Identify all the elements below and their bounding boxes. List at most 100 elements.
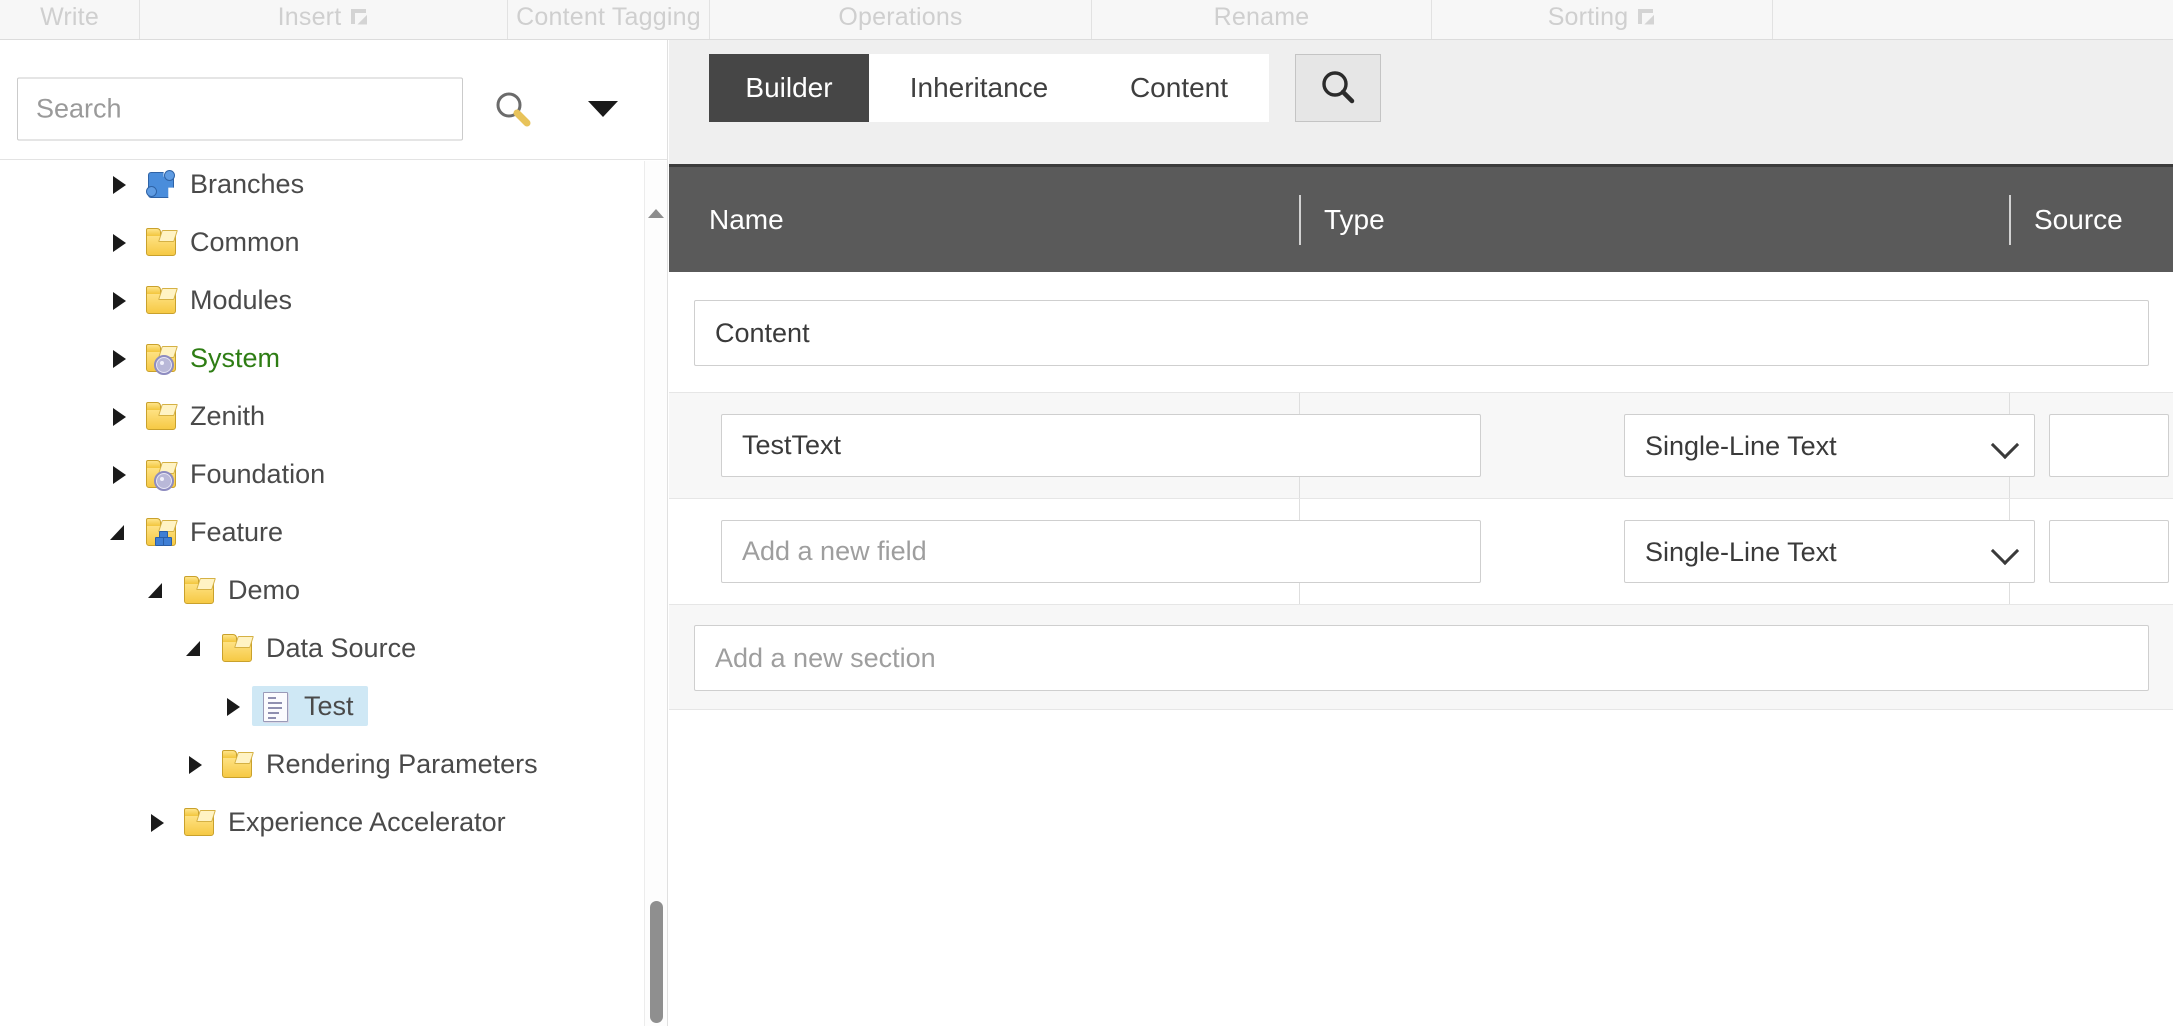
add-new-field-input[interactable]: [721, 520, 1481, 583]
ribbon-group-content-tagging[interactable]: Content Tagging: [508, 0, 710, 39]
ribbon-group-sorting[interactable]: Sorting: [1432, 0, 1773, 39]
tree-expand-toggle-icon[interactable]: [182, 751, 208, 777]
tree-expand-toggle-icon[interactable]: [220, 693, 246, 719]
search-input[interactable]: [17, 77, 463, 141]
tree-item-demo[interactable]: Demo: [0, 561, 630, 619]
tab-builder[interactable]: Builder: [709, 54, 869, 122]
tree-item-zenith[interactable]: Zenith: [0, 387, 630, 445]
ribbon-group-operations[interactable]: Operations: [710, 0, 1092, 39]
folder-gear-icon: [144, 458, 178, 491]
dialog-launcher-icon[interactable]: [1638, 8, 1656, 27]
column-divider: [1299, 195, 1301, 245]
tree-item-content[interactable]: Feature: [138, 512, 297, 552]
search-icon: [1322, 71, 1355, 104]
folder-icon: [182, 574, 216, 606]
tree-item-foundation[interactable]: Foundation: [0, 445, 630, 503]
folder-icon: [144, 226, 178, 258]
tree-item-label: Data Source: [266, 632, 417, 663]
tree-item-label: Demo: [228, 574, 301, 605]
tree-item-content[interactable]: Demo: [176, 570, 314, 610]
tree-item-branches[interactable]: Branches: [0, 161, 630, 213]
field-source-input[interactable]: [2049, 414, 2169, 477]
tree-item-content[interactable]: Foundation: [138, 454, 339, 494]
tree-scrollbar[interactable]: [644, 161, 667, 1026]
tree-expand-toggle-icon[interactable]: [106, 403, 132, 429]
tree-item-label: Experience Accelerator: [228, 806, 506, 837]
add-section-row: [669, 605, 2173, 710]
folder-icon: [220, 632, 254, 664]
tree-item-modules[interactable]: Modules: [0, 271, 630, 329]
tree-item-rendering-parameters[interactable]: Rendering Parameters: [0, 735, 630, 793]
folder-icon: [182, 806, 216, 838]
scroll-up-arrow-icon[interactable]: [648, 209, 664, 218]
tree-item-content[interactable]: Zenith: [138, 396, 279, 436]
tree-expand-toggle-icon[interactable]: [144, 809, 170, 835]
dialog-launcher-icon[interactable]: [351, 8, 369, 27]
ribbon-group-label: Insert: [277, 3, 342, 31]
tree-expand-toggle-icon[interactable]: [106, 345, 132, 371]
tab-label: Content: [1129, 72, 1229, 103]
tree-expand-toggle-icon[interactable]: [106, 229, 132, 255]
builder-search-button[interactable]: [1295, 54, 1381, 122]
tree-collapse-toggle-icon[interactable]: [144, 577, 170, 603]
tree-item-content[interactable]: Common: [138, 222, 314, 262]
folder-icon: [220, 748, 254, 780]
scrollbar-thumb[interactable]: [650, 901, 663, 1023]
tab-inheritance[interactable]: Inheritance: [869, 54, 1089, 122]
ribbon-group-label: Operations: [838, 3, 963, 31]
tree-item-common[interactable]: Common: [0, 213, 630, 271]
field-type-select[interactable]: Single-Line TextMulti-Line TextRich Text…: [1624, 414, 2035, 477]
field-row: Single-Line TextMulti-Line TextRich Text…: [669, 393, 2173, 499]
tree-item-content[interactable]: System: [138, 338, 294, 378]
chevron-down-icon[interactable]: [588, 101, 618, 117]
tree-item-content[interactable]: Modules: [138, 280, 306, 320]
tree-item-label: Feature: [190, 516, 284, 547]
tree-item-content[interactable]: Rendering Parameters: [214, 744, 552, 784]
add-field-type-select-wrapper: Single-Line TextMulti-Line TextRich Text…: [1624, 520, 2035, 583]
tab-label: Builder: [745, 72, 833, 103]
column-header-type: Type: [1324, 167, 1385, 272]
ribbon-group-insert[interactable]: Insert: [140, 0, 508, 39]
tab-label: Inheritance: [909, 72, 1049, 103]
sitecore-template-builder: Write Insert Content Tagging Operations Rena…: [0, 0, 2173, 1026]
column-divider: [2009, 195, 2011, 245]
tree-expand-toggle-icon[interactable]: [106, 171, 132, 197]
column-header-name: Name: [709, 167, 784, 272]
tree-item-content[interactable]: Test: [252, 686, 368, 726]
tree-expand-toggle-icon[interactable]: [106, 461, 132, 487]
ribbon-group-write[interactable]: Write: [0, 0, 140, 39]
tree-item-content[interactable]: Data Source: [214, 628, 430, 668]
add-field-source-input[interactable]: [2049, 520, 2169, 583]
tree-search-bar: [0, 40, 667, 160]
add-new-section-input[interactable]: [694, 625, 2149, 691]
tree-item-system[interactable]: System: [0, 329, 630, 387]
field-name-input[interactable]: [721, 414, 1481, 477]
tree-item-feature[interactable]: Feature: [0, 503, 630, 561]
tree-expand-toggle-icon[interactable]: [106, 287, 132, 313]
ribbon-group-label: Rename: [1213, 3, 1310, 31]
tree-item-label: Zenith: [190, 400, 266, 431]
tree-item-content[interactable]: Experience Accelerator: [176, 802, 520, 842]
folder-icon: [144, 400, 178, 432]
tree-item-data-source[interactable]: Data Source: [0, 619, 630, 677]
section-name-input[interactable]: [694, 300, 2149, 366]
branches-icon: [144, 168, 178, 200]
ribbon-group-label: Content Tagging: [516, 3, 701, 31]
tree-item-label: Modules: [190, 284, 293, 315]
tree-collapse-toggle-icon[interactable]: [106, 519, 132, 545]
tree-collapse-toggle-icon[interactable]: [182, 635, 208, 661]
template-icon: [258, 690, 292, 722]
tree-item-experience-accelerator[interactable]: Experience Accelerator: [0, 793, 630, 851]
folder-icon: [144, 284, 178, 316]
tree-item-content[interactable]: Branches: [138, 164, 318, 204]
section-row: [669, 272, 2173, 393]
tab-content[interactable]: Content: [1089, 54, 1269, 122]
grid-body: Single-Line TextMulti-Line TextRich Text…: [669, 272, 2173, 1026]
tree-item-test[interactable]: Test: [0, 677, 630, 735]
grid-empty-area: [669, 710, 2173, 1010]
folder-gear-icon: [144, 342, 178, 375]
add-field-type-select[interactable]: Single-Line TextMulti-Line TextRich Text…: [1624, 520, 2035, 583]
search-icon[interactable]: [492, 89, 532, 129]
ribbon-group-rename[interactable]: Rename: [1092, 0, 1432, 39]
tree-item-label: Branches: [190, 168, 305, 199]
